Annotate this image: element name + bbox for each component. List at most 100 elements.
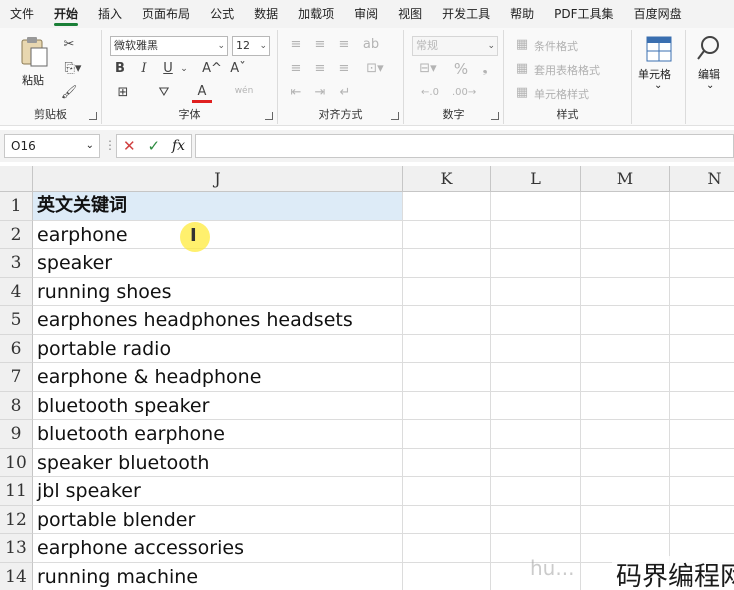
empty-cell[interactable]	[581, 391, 670, 420]
row-header[interactable]: 8	[0, 391, 33, 420]
empty-cell[interactable]	[491, 420, 581, 449]
empty-cell[interactable]	[491, 306, 581, 335]
empty-cell[interactable]	[403, 448, 491, 477]
align-right-icon[interactable]: ≡	[336, 60, 352, 78]
keyword-cell[interactable]: bluetooth earphone	[33, 420, 403, 449]
row-header[interactable]: 4	[0, 277, 33, 306]
row-header[interactable]: 12	[0, 505, 33, 534]
align-center-icon[interactable]: ≡	[312, 60, 328, 78]
font-color-button[interactable]: A	[192, 84, 212, 103]
menu-page-layout[interactable]: 页面布局	[132, 0, 200, 28]
insert-function-button[interactable]: fx	[172, 138, 185, 154]
keyword-cell[interactable]: bluetooth speaker	[33, 391, 403, 420]
keyword-cell[interactable]: portable radio	[33, 334, 403, 363]
empty-cell[interactable]	[581, 420, 670, 449]
row-header[interactable]: 3	[0, 249, 33, 278]
empty-cell[interactable]	[403, 391, 491, 420]
header-cell-keyword[interactable]: 英文关键词	[33, 192, 403, 221]
empty-cell[interactable]	[670, 392, 734, 420]
cancel-icon[interactable]: ✕	[123, 137, 136, 155]
decrease-decimal-icon[interactable]: .00→	[452, 84, 476, 102]
column-header-k[interactable]: K	[403, 166, 491, 192]
keyword-cell[interactable]: earphone accessories	[33, 534, 403, 563]
align-middle-icon[interactable]: ≡	[312, 36, 328, 54]
row-header[interactable]: 6	[0, 334, 33, 363]
keyword-cell[interactable]: earphones headphones headsets	[33, 306, 403, 335]
keyword-cell[interactable]: speaker	[33, 249, 403, 278]
empty-cell[interactable]	[403, 249, 491, 278]
column-header-j[interactable]: J	[33, 166, 403, 192]
menu-developer[interactable]: 开发工具	[432, 0, 500, 28]
empty-cell[interactable]	[403, 277, 491, 306]
empty-cell[interactable]	[581, 363, 670, 392]
menu-pdf-tools[interactable]: PDF工具集	[544, 0, 623, 28]
empty-cell[interactable]	[581, 477, 670, 506]
alignment-launcher-icon[interactable]	[391, 112, 399, 120]
menu-home[interactable]: 开始	[44, 0, 88, 28]
empty-cell[interactable]	[403, 306, 491, 335]
number-format-select[interactable]: 常规 ⌄	[412, 36, 498, 56]
empty-cell[interactable]	[403, 562, 491, 590]
chevron-down-icon[interactable]: ⌄	[178, 60, 190, 78]
menu-view[interactable]: 视图	[388, 0, 432, 28]
align-bottom-icon[interactable]: ≡	[336, 36, 352, 54]
empty-cell[interactable]	[403, 534, 491, 563]
align-left-icon[interactable]: ≡	[288, 60, 304, 78]
empty-cell[interactable]	[670, 278, 734, 306]
empty-cell[interactable]	[670, 449, 734, 477]
comma-style-icon[interactable]: ❟	[478, 60, 492, 78]
number-launcher-icon[interactable]	[491, 112, 499, 120]
font-name-select[interactable]: 微软雅黑 ⌄	[110, 36, 228, 56]
column-header-m[interactable]: M	[581, 166, 670, 192]
select-all-corner[interactable]	[0, 166, 33, 192]
keyword-cell[interactable]: running shoes	[33, 277, 403, 306]
empty-cell[interactable]	[403, 192, 491, 221]
bold-button[interactable]: B	[112, 60, 128, 78]
empty-cell[interactable]	[491, 448, 581, 477]
currency-format-icon[interactable]: ⊟▾	[414, 60, 442, 78]
row-header[interactable]: 2	[0, 220, 33, 249]
text-orientation-icon[interactable]: ab	[362, 36, 380, 54]
cells-group[interactable]: 单元格 ⌄	[632, 30, 686, 124]
keyword-cell[interactable]: portable blender	[33, 505, 403, 534]
menu-data[interactable]: 数据	[244, 0, 288, 28]
borders-icon[interactable]: ⊞	[112, 84, 134, 102]
empty-cell[interactable]	[670, 477, 734, 506]
menu-formulas[interactable]: 公式	[200, 0, 244, 28]
empty-cell[interactable]	[491, 277, 581, 306]
wrap-text-icon[interactable]: ↵	[336, 84, 354, 102]
empty-cell[interactable]	[491, 334, 581, 363]
grow-font-button[interactable]: A^	[202, 60, 222, 78]
row-header[interactable]: 10	[0, 448, 33, 477]
percent-button[interactable]: %	[452, 60, 470, 78]
menu-insert[interactable]: 插入	[88, 0, 132, 28]
empty-cell[interactable]	[491, 505, 581, 534]
empty-cell[interactable]	[491, 363, 581, 392]
empty-cell[interactable]	[670, 192, 734, 221]
empty-cell[interactable]	[670, 249, 734, 278]
keyword-cell[interactable]: earphone	[33, 220, 403, 249]
empty-cell[interactable]	[581, 220, 670, 249]
name-box[interactable]: O16 ⌄	[4, 134, 100, 158]
row-header[interactable]: 9	[0, 420, 33, 449]
empty-cell[interactable]	[491, 220, 581, 249]
empty-cell[interactable]	[403, 363, 491, 392]
cut-icon[interactable]: ✂	[60, 36, 78, 54]
empty-cell[interactable]	[670, 306, 734, 335]
underline-button[interactable]: U	[160, 60, 176, 78]
shrink-font-button[interactable]: Aˇ	[228, 60, 248, 78]
empty-cell[interactable]	[403, 420, 491, 449]
keyword-cell[interactable]: jbl speaker	[33, 477, 403, 506]
copy-icon[interactable]: ⎘▾	[60, 60, 86, 78]
font-launcher-icon[interactable]	[265, 112, 273, 120]
row-header[interactable]: 1	[0, 192, 33, 221]
clipboard-launcher-icon[interactable]	[89, 112, 97, 120]
empty-cell[interactable]	[581, 306, 670, 335]
formula-input[interactable]	[195, 134, 734, 158]
menu-file[interactable]: 文件	[0, 0, 44, 28]
empty-cell[interactable]	[581, 192, 670, 221]
empty-cell[interactable]	[581, 448, 670, 477]
empty-cell[interactable]	[491, 249, 581, 278]
paste-button[interactable]: 粘贴	[14, 36, 54, 92]
font-size-select[interactable]: 12 ⌄	[232, 36, 270, 56]
